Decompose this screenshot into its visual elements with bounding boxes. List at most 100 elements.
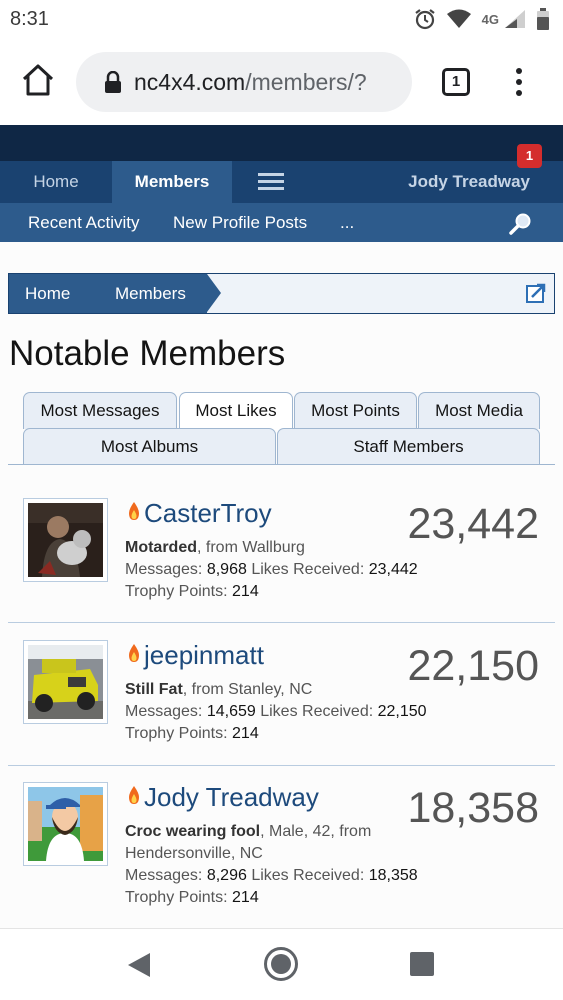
status-icons: 4G: [414, 8, 549, 30]
tab-baseline: [8, 464, 555, 465]
member-trophy-line: Trophy Points: 214: [125, 725, 259, 743]
messages-value: 8,968: [206, 561, 247, 578]
avatar[interactable]: [23, 782, 108, 866]
subnav-more[interactable]: ...: [340, 203, 354, 242]
member-name[interactable]: CasterTroy: [144, 498, 272, 529]
member-trophy-line: Trophy Points: 214: [125, 889, 259, 907]
main-content: Home Members Notable Members Most Messag…: [0, 242, 563, 928]
breadcrumb-home[interactable]: Home: [9, 274, 87, 313]
member-name[interactable]: jeepinmatt: [144, 640, 264, 671]
signal-icon: [505, 10, 525, 28]
site-navbar: Home Members Jody Treadway: [0, 161, 563, 203]
member-like-count: 18,358: [407, 784, 539, 832]
tab-staff-members[interactable]: Staff Members: [277, 428, 540, 465]
member-location-line: Hendersonville, NC: [125, 845, 263, 862]
notification-badge[interactable]: 1: [517, 144, 542, 168]
site-header-band: [0, 125, 563, 161]
messages-label: Messages:: [125, 703, 203, 720]
breadcrumb: Home Members: [8, 273, 555, 314]
member-trophy-line: Trophy Points: 214: [125, 583, 259, 601]
avatar-image: [28, 645, 103, 719]
member-row: Jody Treadway 18,358 Croc wearing fool, …: [0, 751, 563, 928]
tab-switcher-button[interactable]: 1: [442, 68, 470, 96]
likes-value: 22,150: [377, 703, 427, 720]
subnav-recent-activity[interactable]: Recent Activity: [28, 203, 140, 242]
url-host: nc4x4.com: [134, 68, 246, 95]
member-title: Motarded: [125, 539, 197, 556]
breadcrumb-separator: [87, 274, 101, 312]
url-path: /members/?: [245, 68, 367, 95]
member-name[interactable]: Jody Treadway: [144, 782, 319, 813]
member-stats-line: Messages: 8,968 Likes Received: 23,442: [125, 561, 418, 579]
jump-to-page-icon[interactable]: [526, 283, 546, 303]
tab-most-messages[interactable]: Most Messages: [23, 392, 177, 429]
messages-label: Messages:: [125, 867, 203, 884]
trophy-label: Trophy Points:: [125, 725, 228, 742]
member-like-count: 22,150: [407, 642, 539, 690]
avatar[interactable]: [23, 640, 108, 724]
breadcrumb-members[interactable]: Members: [87, 274, 207, 313]
breadcrumb-separator: [207, 274, 221, 312]
lock-icon: [105, 71, 121, 93]
member-title: Croc wearing fool: [125, 823, 261, 840]
android-nav-bar: [0, 928, 563, 1000]
member-title-line: Motarded, from Wallburg: [125, 539, 305, 557]
likes-value: 23,442: [368, 561, 418, 578]
avatar[interactable]: [23, 498, 108, 582]
member-location: , from Stanley, NC: [182, 681, 313, 698]
messages-value: 14,659: [206, 703, 256, 720]
avatar-image: [28, 503, 103, 577]
battery-icon: [537, 8, 549, 30]
tab-most-likes[interactable]: Most Likes: [179, 392, 293, 430]
member-row: CasterTroy 23,442 Motarded, from Wallbur…: [0, 467, 563, 610]
likes-label: Likes Received:: [251, 561, 365, 578]
url-bar[interactable]: nc4x4.com/members/?: [76, 52, 412, 112]
nav-user-link[interactable]: Jody Treadway: [408, 161, 530, 203]
member-stats-line: Messages: 8,296 Likes Received: 18,358: [125, 867, 418, 885]
flame-icon: [129, 502, 139, 520]
search-icon[interactable]: [508, 212, 532, 236]
member-location: , Male, 42, from: [260, 823, 372, 840]
hamburger-menu-icon[interactable]: [258, 173, 284, 191]
tab-most-albums[interactable]: Most Albums: [23, 428, 276, 465]
home-circle-icon[interactable]: [263, 946, 299, 982]
flame-icon: [129, 786, 139, 804]
recents-icon[interactable]: [410, 952, 434, 976]
status-bar: 8:31 4G: [0, 0, 563, 40]
messages-value: 8,296: [206, 867, 247, 884]
trophy-label: Trophy Points:: [125, 889, 228, 906]
home-icon[interactable]: [20, 62, 56, 98]
subnav-new-profile-posts[interactable]: New Profile Posts: [173, 203, 307, 242]
alarm-icon: [414, 9, 435, 30]
likes-value: 18,358: [368, 867, 418, 884]
trophy-value: 214: [232, 725, 259, 742]
trophy-value: 214: [232, 889, 259, 906]
wifi-icon: [446, 9, 471, 28]
member-title: Still Fat: [125, 681, 183, 698]
flame-icon: [129, 644, 139, 662]
nav-tab-home[interactable]: Home: [0, 161, 112, 203]
status-time: 8:31: [10, 8, 49, 30]
network-type: 4G: [481, 11, 499, 27]
likes-label: Likes Received:: [251, 867, 365, 884]
member-stats-line: Messages: 14,659 Likes Received: 22,150: [125, 703, 427, 721]
member-title-line: Still Fat, from Stanley, NC: [125, 681, 312, 699]
back-icon[interactable]: [126, 951, 152, 979]
member-like-count: 23,442: [407, 500, 539, 548]
page-title: Notable Members: [9, 334, 286, 373]
trophy-label: Trophy Points:: [125, 583, 228, 600]
member-title-line: Croc wearing fool, Male, 42, from: [125, 823, 371, 841]
messages-label: Messages:: [125, 561, 203, 578]
browser-toolbar: nc4x4.com/members/? 1: [0, 40, 563, 125]
member-location: , from Wallburg: [197, 539, 305, 556]
trophy-value: 214: [232, 583, 259, 600]
sub-navbar: Recent Activity New Profile Posts ...: [0, 203, 563, 242]
tab-most-points[interactable]: Most Points: [294, 392, 417, 429]
nav-tab-members[interactable]: Members: [112, 161, 232, 203]
member-row: jeepinmatt 22,150 Still Fat, from Stanle…: [0, 609, 563, 752]
url-text: nc4x4.com/members/?: [134, 69, 394, 96]
avatar-image: [28, 787, 103, 861]
likes-label: Likes Received:: [260, 703, 374, 720]
more-vert-icon[interactable]: [510, 66, 528, 98]
tab-most-media[interactable]: Most Media: [418, 392, 540, 429]
